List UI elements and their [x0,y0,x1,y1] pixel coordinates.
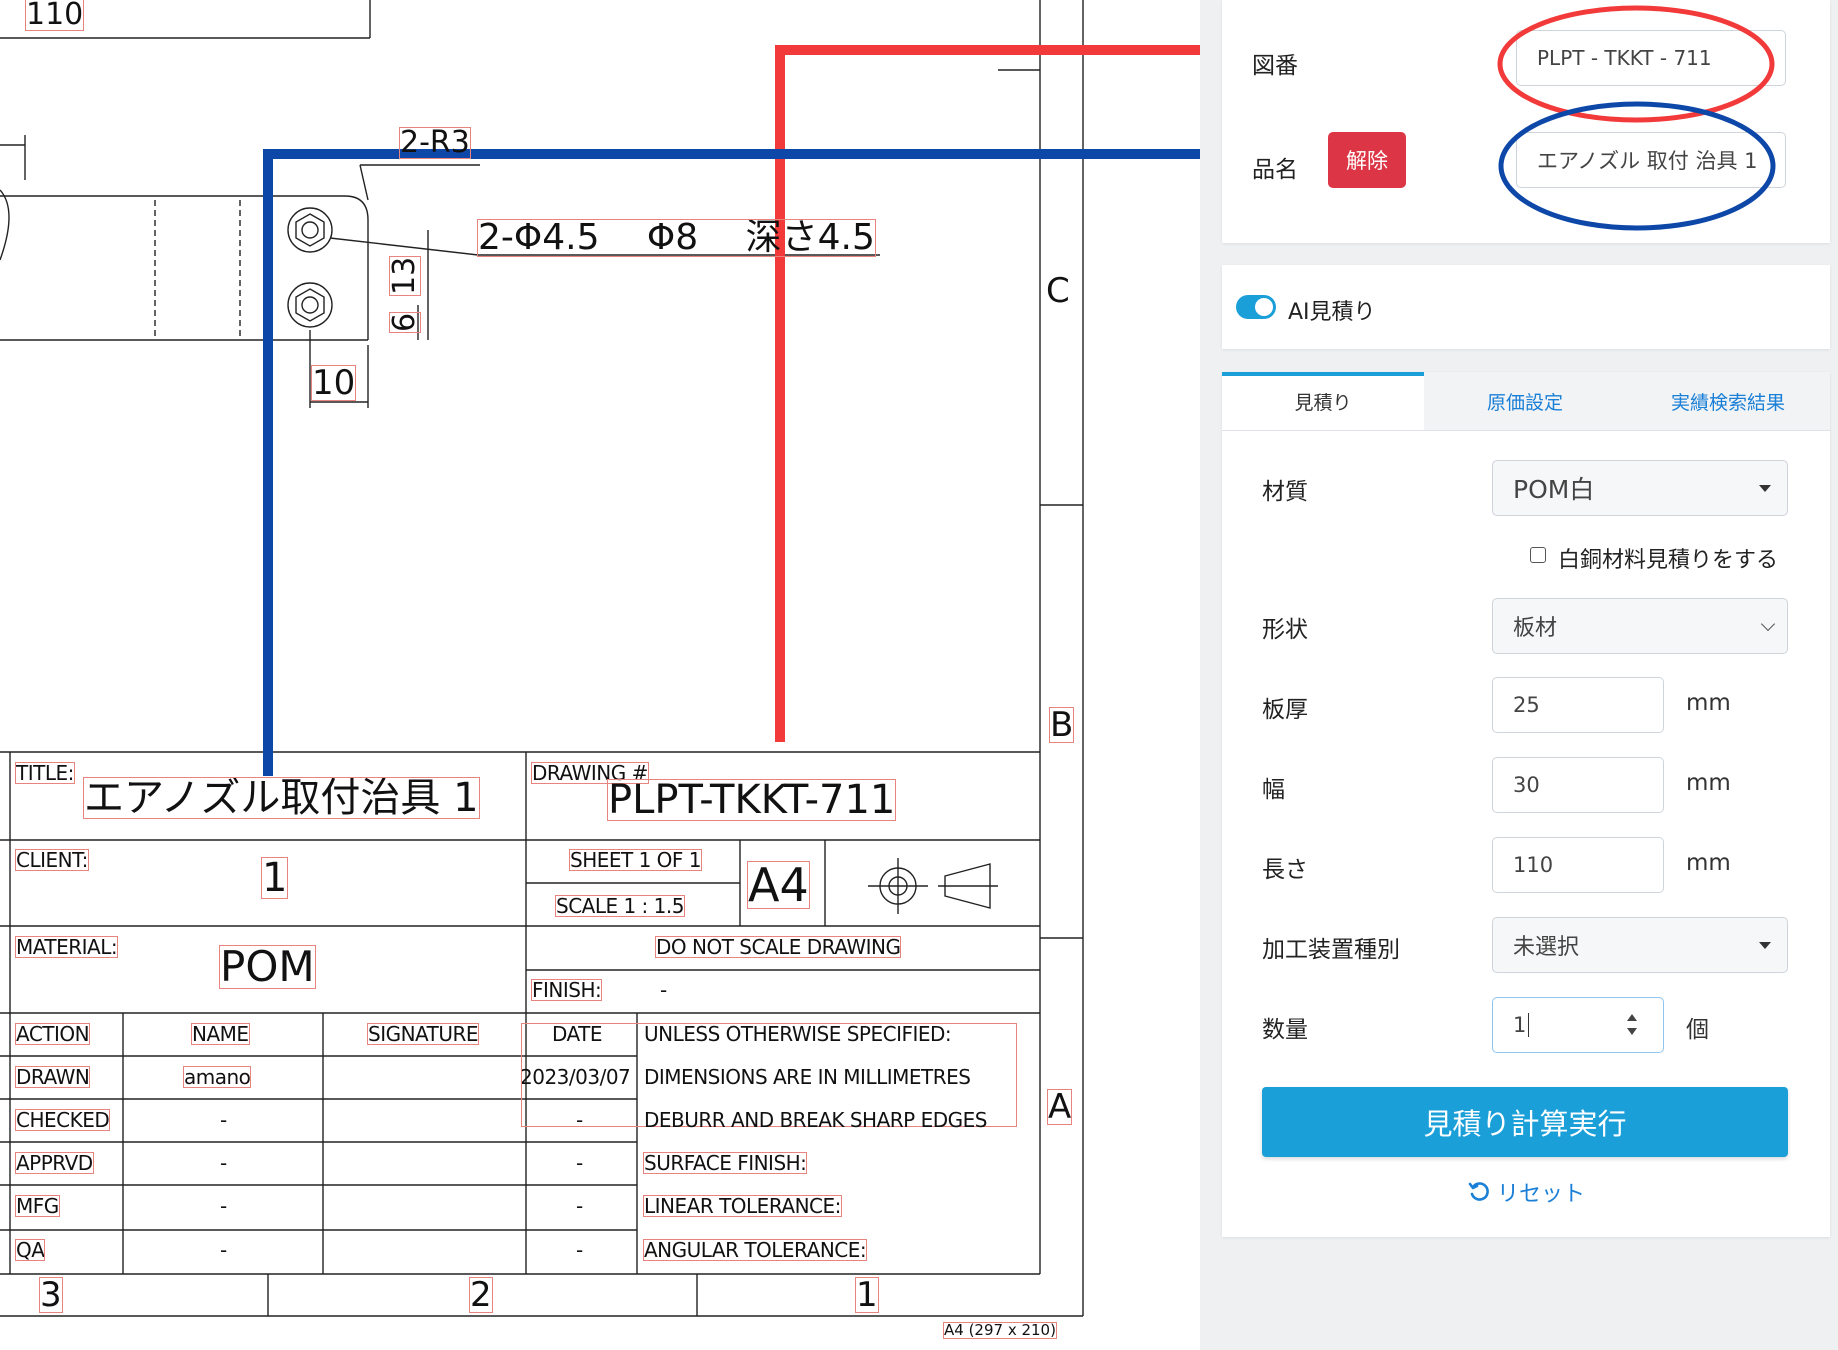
bronze-checkbox-label: 白銅材料見積りをする [1558,548,1779,573]
ai-toggle-label: AI見積り [1288,300,1376,325]
dim-radius: 2-R3 [399,125,471,160]
row-approved-action: APPRVD [15,1151,94,1175]
note-line-6: ANGULAR TOLERANCE: [642,1238,868,1262]
row-drawn-action: DRAWN [14,1065,91,1089]
annotation-ellipses [1497,5,1776,231]
material-select[interactable]: POM白 [1492,460,1788,516]
material-label: MATERIAL: [14,935,119,959]
thickness-input[interactable]: 25 [1492,677,1664,733]
client-value: 1 [260,855,289,901]
reset-link-label: リセット [1496,1182,1585,1207]
ai-toggle[interactable] [1236,295,1276,319]
tab-cost-settings[interactable]: 原価設定 [1424,372,1626,430]
header-action: ACTION [14,1022,91,1046]
note-line-2: DIMENSIONS ARE IN MILLIMETRES [644,1065,971,1089]
length-label: 長さ [1262,857,1308,883]
zone-letter-b: B [1048,705,1075,745]
row-drawn-name: amano [182,1065,252,1089]
reset-link[interactable]: リセット [1222,1172,1830,1212]
dim-top: 110 [24,0,85,32]
quantity-label: 数量 [1262,1017,1308,1043]
zone-number-3: 3 [39,1275,63,1315]
text-cursor [1528,1013,1530,1037]
caret-down-icon [1759,485,1771,492]
estimate-form-card: 見積り 原価設定 実績検索結果 材質 POM白 白銅材料見積りをする 形状 板材… [1222,372,1830,1237]
chevron-down-icon [1760,616,1776,632]
drawing-title: エアノズル取付治具 1 [83,775,480,821]
row-mfg-name: - [220,1194,227,1218]
zone-letter-a: A [1046,1087,1073,1127]
header-name: NAME [191,1022,250,1046]
width-label: 幅 [1262,777,1285,803]
dim-vertical-b: 6 [387,312,422,333]
sheet-format: A4 (297 x 210) [943,1321,1057,1339]
title-label: TITLE: [15,761,75,785]
zone-letter-c: C [1046,271,1070,311]
width-unit: mm [1686,770,1731,796]
estimate-panel: 図番 PLPT - TKKT - 711 品名 解除 エアノズル 取付 治具 1… [1200,0,1838,1350]
row-approved-date: - [576,1151,583,1175]
material-select-value: POM白 [1513,475,1595,504]
zone-number-2: 2 [469,1275,493,1315]
dim-vertical-a: 13 [387,255,422,297]
machine-type-select[interactable]: 未選択 [1492,917,1788,973]
reset-icon [1468,1182,1489,1201]
quantity-stepper[interactable]: 1 [1492,997,1664,1053]
paper-size: A4 [747,858,810,912]
row-mfg-action: MFG [15,1194,60,1218]
finish-label: FINISH: [530,978,603,1002]
material-value: POM [219,942,316,991]
row-checked-name: - [220,1108,227,1132]
row-approved-name: - [220,1151,227,1175]
ai-toggle-knob [1255,298,1273,316]
row-mfg-date: - [576,1194,583,1218]
stepper-up-icon[interactable] [1627,1014,1637,1021]
bronze-checkbox[interactable] [1530,547,1546,563]
note-line-3: DEBURR AND BREAK SHARP EDGES [644,1108,987,1132]
length-input[interactable]: 110 [1492,837,1664,893]
length-unit: mm [1686,850,1731,876]
cad-drawing: 110 2-R3 2-Φ4.5 Φ8 深さ4.5 13 6 10 C B A T… [0,0,1200,1350]
dim-horizontal: 10 [310,363,357,403]
row-qa-action: QA [14,1238,46,1262]
tab-estimate[interactable]: 見積り [1222,372,1424,430]
note-line-4: SURFACE FINISH: [642,1151,808,1175]
client-label: CLIENT: [15,848,89,872]
caret-down-icon [1759,942,1771,949]
row-checked-action: CHECKED [14,1108,111,1132]
machine-type-label: 加工装置種別 [1262,937,1400,963]
row-qa-name: - [220,1238,227,1262]
shape-select-label: 形状 [1262,617,1308,643]
finish-value: - [660,978,667,1002]
row-qa-date: - [576,1238,583,1262]
width-input[interactable]: 30 [1492,757,1664,813]
stepper-down-icon[interactable] [1627,1028,1637,1035]
quantity-unit: 個 [1686,1017,1709,1043]
thickness-unit: mm [1686,690,1731,716]
sheet-count: SHEET 1 OF 1 [569,848,702,872]
quantity-value: 1 [1513,1013,1527,1037]
header-signature: SIGNATURE [366,1022,480,1046]
material-select-label: 材質 [1262,479,1308,505]
drawing-number: PLPT-TKKT-711 [606,777,897,823]
shape-select[interactable]: 板材 [1492,598,1788,654]
note-do-not-scale: DO NOT SCALE DRAWING [654,935,902,959]
shape-select-value: 板材 [1513,616,1558,641]
blue-annotation-ellipse [1498,101,1776,231]
dim-hole-spec: 2-Φ4.5 Φ8 深さ4.5 [477,217,876,258]
tab-results[interactable]: 実績検索結果 [1626,372,1830,430]
run-estimate-button[interactable]: 見積り計算実行 [1262,1087,1788,1157]
thickness-label: 板厚 [1262,697,1308,723]
machine-type-value: 未選択 [1513,935,1580,960]
drawing-scale: SCALE 1 : 1.5 [555,894,685,918]
note-line-1: UNLESS OTHERWISE SPECIFIED: [644,1022,952,1046]
note-line-5: LINEAR TOLERANCE: [643,1194,842,1218]
zone-number-1: 1 [855,1275,879,1315]
ai-estimate-card: AI見積り [1222,265,1830,349]
drawing-lines [0,0,1200,1317]
